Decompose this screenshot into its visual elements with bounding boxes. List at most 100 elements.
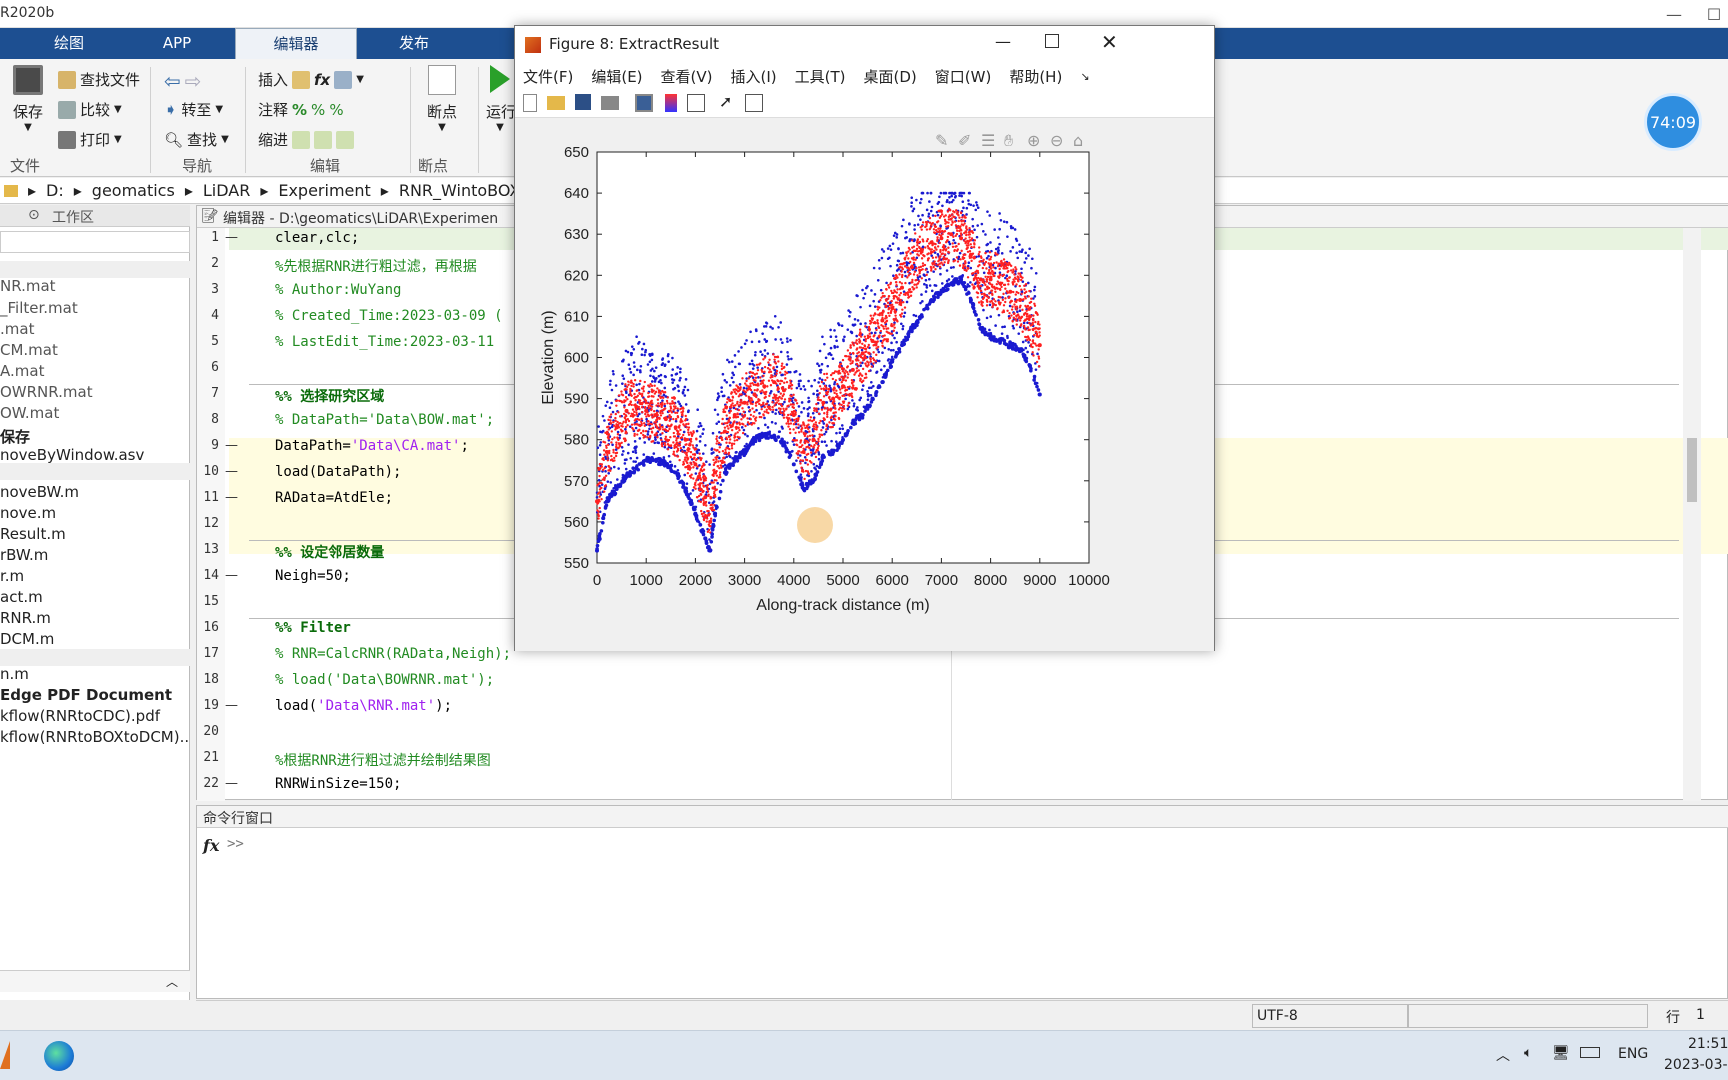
chevron-up-icon[interactable]: ︿ <box>166 973 178 990</box>
pointer-icon[interactable]: ➚ <box>719 92 732 111</box>
colorbar-icon[interactable] <box>665 94 677 112</box>
minimize-icon[interactable]: — <box>995 32 1011 51</box>
chevron-up-icon[interactable]: ︿ <box>1496 1045 1510 1065</box>
breakpoint-marker[interactable]: — <box>225 230 238 245</box>
tab-apps[interactable]: APP <box>128 28 226 59</box>
save-button[interactable]: 保存 ▼ <box>8 65 48 133</box>
maximize-icon[interactable] <box>1045 34 1059 48</box>
file-list-item[interactable]: rBW.m <box>0 546 48 564</box>
timer-badge[interactable]: 74:09 <box>1644 93 1702 151</box>
file-list-item[interactable]: nove.m <box>0 504 56 522</box>
maximize-icon[interactable]: ☐ <box>1694 2 1728 26</box>
file-list-item[interactable]: .mat <box>0 320 34 338</box>
file-list-item[interactable]: OWRNR.mat <box>0 383 93 401</box>
menu-help[interactable]: 帮助(H) <box>1009 66 1062 87</box>
language-indicator[interactable]: ENG <box>1618 1046 1648 1062</box>
save-icon[interactable] <box>575 94 591 110</box>
code-line[interactable]: RNRWinSize=150; <box>275 776 401 792</box>
code-line[interactable]: %% 选择研究区域 <box>275 386 384 406</box>
insert-button[interactable]: 插入 fx ▼ <box>258 69 364 90</box>
workspace-filter-input[interactable] <box>0 231 190 253</box>
code-line[interactable]: RAData=AtdEle; <box>275 490 393 506</box>
file-list-item[interactable]: 保存 <box>0 426 30 447</box>
matlab-taskbar-icon[interactable] <box>0 1041 10 1069</box>
code-line[interactable]: clear,clc; <box>275 230 359 246</box>
minimize-icon[interactable]: — <box>1654 2 1694 26</box>
insert-section-icon[interactable] <box>334 70 353 89</box>
fx-icon[interactable]: fx <box>203 836 219 855</box>
link-plot-icon[interactable] <box>635 94 653 112</box>
file-list-item[interactable]: kflow(RNRtoCDC).pdf <box>0 707 160 725</box>
breakpoint-marker[interactable]: — <box>225 464 238 479</box>
file-list-item[interactable]: noveBW.m <box>0 483 79 501</box>
code-line[interactable]: Neigh=50; <box>275 568 351 584</box>
fx-icon[interactable]: fx <box>314 71 330 89</box>
breakpoints-button[interactable]: 断点 ▼ <box>418 65 466 133</box>
menu-view[interactable]: 查看(V) <box>661 66 713 87</box>
tab-publish[interactable]: 发布 <box>365 28 463 59</box>
file-list-item[interactable]: Edge PDF Document <box>0 686 172 704</box>
file-list-item[interactable]: r.m <box>0 567 24 585</box>
breadcrumb-part[interactable]: D: <box>46 181 64 200</box>
clock-date[interactable]: 2023-03- <box>1664 1057 1728 1073</box>
file-list-item[interactable]: A.mat <box>0 362 44 380</box>
breakpoint-marker[interactable]: — <box>225 438 238 453</box>
forward-arrow-icon[interactable]: ⇨ <box>185 69 202 93</box>
decrease-indent-icon[interactable] <box>314 130 333 149</box>
menu-file[interactable]: 文件(F) <box>523 66 573 87</box>
back-forward-buttons[interactable]: ⇦ ⇨ <box>164 69 202 93</box>
code-line[interactable]: %先根据RNR进行粗过滤，再根据 <box>275 256 477 276</box>
comment-percent-icon[interactable]: % <box>292 101 307 119</box>
smart-indent-icon[interactable] <box>292 130 311 149</box>
command-prompt[interactable]: >> <box>227 836 244 852</box>
back-arrow-icon[interactable]: ⇦ <box>164 69 181 93</box>
code-line[interactable]: %% Filter <box>275 620 351 636</box>
code-line[interactable]: load('Data\RNR.mat'); <box>275 698 452 714</box>
print-button[interactable]: 打印 ▼ <box>58 129 122 150</box>
details-panel-toggle[interactable]: ︿ <box>0 970 190 992</box>
figure-titlebar[interactable]: Figure 8: ExtractResult — ✕ <box>515 26 1214 64</box>
property-inspector-icon[interactable] <box>745 94 763 112</box>
find-files-button[interactable]: 查找文件 <box>58 69 140 90</box>
tab-editor[interactable]: 编辑器 <box>235 28 357 59</box>
code-line[interactable]: % load('Data\BOWRNR.mat'); <box>275 672 494 688</box>
figure-window[interactable]: Figure 8: ExtractResult — ✕ 文件(F) 编辑(E) … <box>514 25 1215 651</box>
clock-time[interactable]: 21:51 <box>1688 1036 1728 1052</box>
file-list-item[interactable]: _Filter.mat <box>0 299 78 317</box>
chart-svg[interactable]: 0 1000 2000 3000 4000 5000 6000 7000 8000 9000 100… <box>515 118 1214 651</box>
breadcrumb-part[interactable]: geomatics <box>92 181 175 200</box>
indent-button[interactable]: 缩进 <box>258 129 355 150</box>
breakpoint-marker[interactable]: — <box>225 776 238 791</box>
file-list-item[interactable]: n.m <box>0 665 29 683</box>
volume-icon[interactable]: 🔈︎ <box>1524 1045 1532 1061</box>
code-line[interactable]: % LastEdit_Time:2023-03-11 <box>275 334 494 350</box>
editor-scrollbar[interactable] <box>1683 228 1701 801</box>
code-line[interactable]: % DataPath='Data\BOW.mat'; <box>275 412 494 428</box>
battery-icon[interactable] <box>1580 1047 1600 1058</box>
menu-insert[interactable]: 插入(I) <box>731 66 777 87</box>
legend-icon[interactable] <box>687 94 705 112</box>
code-line[interactable]: load(DataPath); <box>275 464 401 480</box>
code-line[interactable]: % RNR=CalcRNR(RAData,Neigh); <box>275 646 511 662</box>
breadcrumb-part[interactable]: Experiment <box>278 181 370 200</box>
menu-window[interactable]: 窗口(W) <box>935 66 992 87</box>
menu-desktop[interactable]: 桌面(D) <box>864 66 917 87</box>
run-button[interactable]: 运行 ▼ <box>486 65 516 133</box>
code-line[interactable]: %根据RNR进行粗过滤并绘制结果图 <box>275 750 491 770</box>
increase-indent-icon[interactable] <box>336 130 355 149</box>
dock-arrow-icon[interactable]: ↘ <box>1080 70 1089 83</box>
menu-tools[interactable]: 工具(T) <box>795 66 846 87</box>
tab-plots[interactable]: 绘图 <box>20 28 118 59</box>
code-line[interactable]: DataPath='Data\CA.mat'; <box>275 438 469 454</box>
uncomment-icon[interactable]: % <box>311 101 325 119</box>
compare-button[interactable]: 比较 ▼ <box>58 99 122 120</box>
comment-button[interactable]: 注释%%% <box>258 99 344 120</box>
file-list-item[interactable]: noveByWindow.asv <box>0 446 144 464</box>
file-list-item[interactable]: NR.mat <box>0 277 56 295</box>
new-figure-icon[interactable] <box>523 94 537 112</box>
edge-browser-icon[interactable] <box>44 1041 74 1071</box>
breakpoint-marker[interactable]: — <box>225 698 238 713</box>
code-line[interactable]: %% 设定邻居数量 <box>275 542 384 562</box>
print-icon[interactable] <box>601 96 619 110</box>
menu-edit[interactable]: 编辑(E) <box>591 66 642 87</box>
